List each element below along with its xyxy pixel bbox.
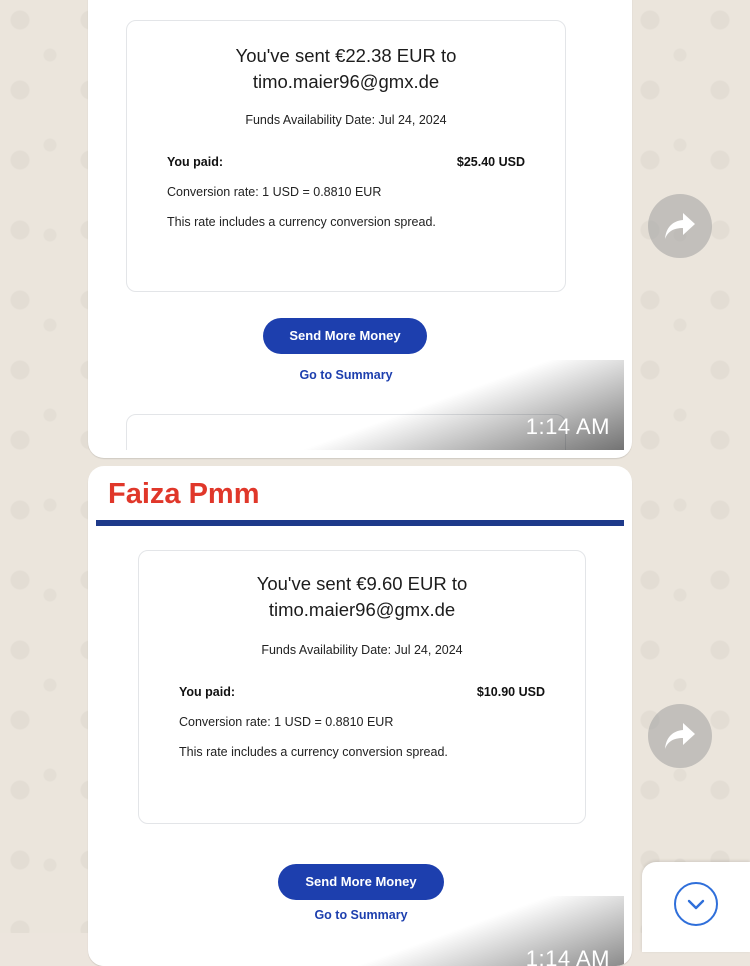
receipt-card: You've sent €22.38 EUR to timo.maier96@g… — [126, 20, 566, 292]
message-time: 1:14 AM — [525, 414, 610, 439]
spread-note: This rate includes a currency conversion… — [167, 215, 436, 229]
message-time: 1:14 AM — [525, 946, 610, 966]
conversion-rate: Conversion rate: 1 USD = 0.8810 EUR — [179, 715, 394, 729]
recipient-email: timo.maier96@gmx.de — [268, 599, 456, 620]
availability-date: Funds Availability Date: Jul 24, 2024 — [245, 113, 447, 127]
you-paid-label: You paid: — [167, 155, 224, 169]
image-message-bubble[interactable]: Faiza Pmm You've sent €9.60 EUR to timo.… — [88, 466, 632, 966]
recipient-email: timo.maier96@gmx.de — [252, 71, 440, 92]
next-receipt-card — [126, 414, 566, 450]
conversion-rate: Conversion rate: 1 USD = 0.8810 EUR — [167, 185, 382, 199]
sender-name[interactable]: Faiza Pmm — [108, 478, 260, 511]
scroll-ring — [674, 882, 718, 926]
image-message-bubble[interactable]: You've sent €22.38 EUR to timo.maier96@g… — [88, 0, 632, 458]
forward-arrow-icon — [665, 213, 695, 239]
forward-arrow-icon — [665, 723, 695, 749]
sent-amount-line: You've sent €9.60 EUR to — [256, 573, 468, 594]
receipt-card: You've sent €9.60 EUR to timo.maier96@gm… — [138, 550, 586, 824]
forward-button[interactable] — [648, 704, 712, 768]
send-more-money-button[interactable]: Send More Money — [263, 318, 427, 354]
sent-amount-text: You've sent €22.38 EUR to timo.maier96@g… — [127, 43, 565, 95]
spread-note: This rate includes a currency conversion… — [179, 745, 448, 759]
you-paid-value: $10.90 USD — [476, 685, 545, 699]
scroll-to-bottom-button[interactable] — [642, 862, 750, 952]
go-to-summary-link[interactable]: Go to Summary — [256, 368, 436, 382]
payment-receipt-image[interactable]: You've sent €9.60 EUR to timo.maier96@gm… — [96, 520, 624, 966]
chevron-down-icon — [687, 899, 705, 910]
you-paid-label: You paid: — [179, 685, 236, 699]
forward-button[interactable] — [648, 194, 712, 258]
go-to-summary-link[interactable]: Go to Summary — [271, 908, 451, 922]
availability-date: Funds Availability Date: Jul 24, 2024 — [261, 643, 463, 657]
sent-amount-text: You've sent €9.60 EUR to timo.maier96@gm… — [139, 571, 585, 623]
payment-receipt-image[interactable]: You've sent €22.38 EUR to timo.maier96@g… — [96, 0, 624, 450]
send-more-money-button[interactable]: Send More Money — [278, 864, 444, 900]
you-paid-value: $25.40 USD — [456, 155, 525, 169]
sent-amount-line: You've sent €22.38 EUR to — [235, 45, 457, 66]
